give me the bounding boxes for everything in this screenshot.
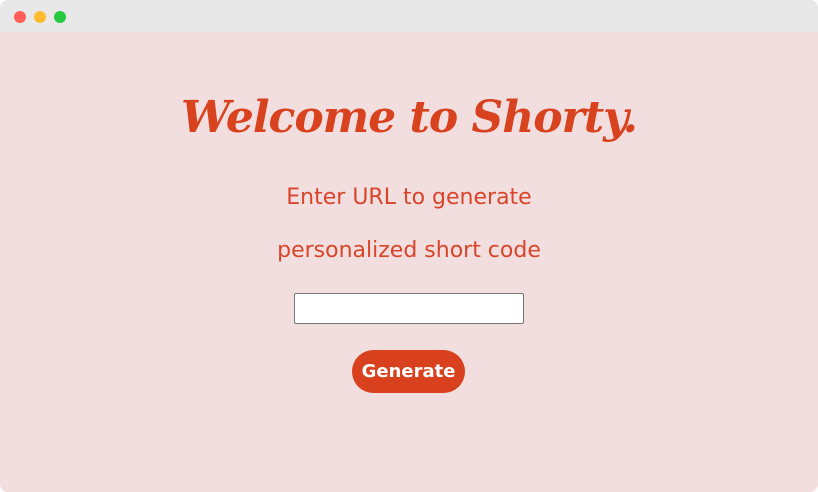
close-window-button[interactable]: [14, 11, 26, 23]
page-content: Welcome to Shorty. Enter URL to generate…: [0, 32, 818, 492]
generate-button[interactable]: Generate: [352, 350, 465, 393]
instruction-text-line-1: Enter URL to generate: [286, 185, 532, 210]
browser-window: Welcome to Shorty. Enter URL to generate…: [0, 0, 818, 492]
maximize-window-button[interactable]: [54, 11, 66, 23]
instruction-text-line-2: personalized short code: [277, 238, 541, 263]
url-input[interactable]: [294, 293, 524, 324]
window-titlebar: [0, 0, 818, 32]
minimize-window-button[interactable]: [34, 11, 46, 23]
page-title: Welcome to Shorty.: [181, 92, 638, 143]
